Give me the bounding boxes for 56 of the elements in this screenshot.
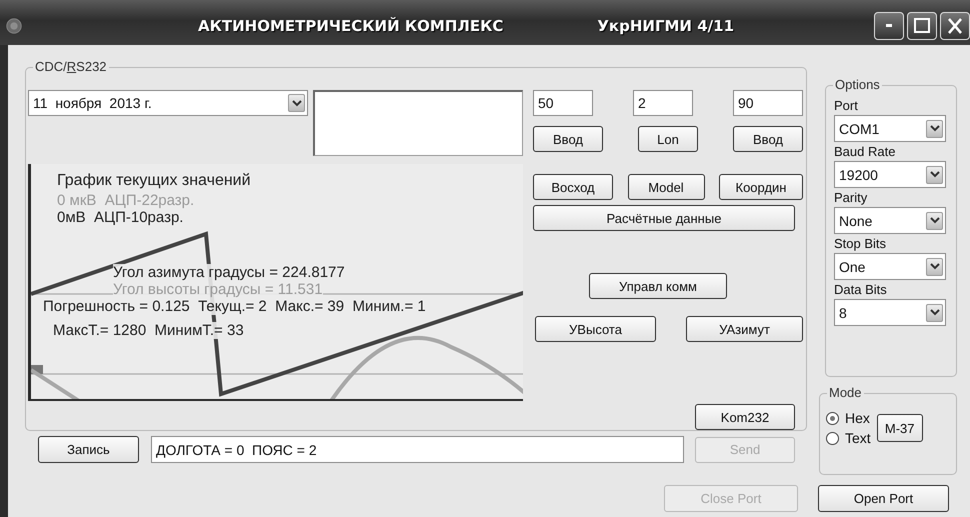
button[interactable]: Model	[628, 174, 704, 200]
button[interactable]: Open Port	[818, 485, 949, 512]
chevron-down-icon	[926, 212, 943, 230]
maximize-button[interactable]	[907, 12, 937, 40]
window-title: АКТИНОМЕТРИЧЕСКИЙ КОМПЛЕКС	[198, 16, 504, 34]
chevron-down-icon	[926, 120, 943, 138]
button[interactable]: Расчётные данные	[533, 205, 795, 231]
input-field[interactable]: ДОЛГОТА = 0 ПОЯС = 2	[151, 436, 684, 463]
button[interactable]: Kom232	[695, 404, 795, 430]
dropdown[interactable]: 8	[834, 299, 946, 326]
dropdown[interactable]: 19200	[834, 161, 946, 188]
graph-reading: МаксТ.= 1280 МинимТ.= 33	[53, 322, 244, 339]
button[interactable]: УАзимут	[686, 316, 803, 342]
dropdown[interactable]: One	[834, 253, 946, 280]
group-title: Mode	[827, 385, 864, 400]
button[interactable]: Lon	[638, 126, 698, 152]
chevron-down-icon	[926, 304, 943, 322]
field-label: Data Bits	[834, 282, 888, 297]
minimize-icon	[886, 24, 892, 27]
graph-title: График текущих значений	[57, 172, 251, 189]
field-label: Baud Rate	[834, 144, 896, 159]
graph-reading: 0мВ АЦП-10разр.	[57, 209, 184, 226]
dropdown[interactable]: None	[834, 207, 946, 234]
dropdown[interactable]: 11 ноября 2013 г.	[28, 90, 308, 116]
minimize-button[interactable]	[874, 12, 904, 40]
group-title: Options	[833, 77, 882, 92]
chevron-down-icon	[288, 94, 305, 112]
button[interactable]: M-37	[876, 414, 923, 442]
input-field[interactable]: 50	[533, 90, 593, 116]
close-button[interactable]	[940, 12, 970, 40]
button[interactable]: УВысота	[535, 316, 656, 342]
graph-reading: 0 мкВ АЦП-22разр.	[57, 192, 194, 209]
group-title: CDC/RS232	[33, 59, 109, 74]
close-icon	[945, 16, 965, 34]
input-field[interactable]: 90	[733, 90, 803, 116]
button[interactable]: Ввод	[733, 126, 803, 152]
dropdown[interactable]: COM1	[834, 115, 946, 142]
text-area[interactable]	[313, 90, 523, 156]
chevron-down-icon	[926, 166, 943, 184]
button[interactable]: Координ	[719, 174, 803, 200]
button[interactable]: Ввод	[533, 126, 603, 152]
window-subtitle: УкрНИГМИ 4/11	[597, 16, 734, 34]
maximize-icon	[912, 16, 932, 34]
chevron-down-icon	[926, 258, 943, 276]
button[interactable]: Запись	[38, 436, 139, 463]
button[interactable]: Восход	[533, 174, 613, 200]
field-label: Parity	[834, 190, 868, 205]
graph-reading: Погрешность = 0.125 Текущ.= 2 Макс.= 39 Миним.= 1	[43, 298, 426, 315]
graph-reading: Угол азимута градусы = 224.8177	[113, 264, 345, 281]
button[interactable]: Управл комм	[589, 273, 727, 299]
input-field[interactable]: 2	[633, 90, 693, 116]
radio-button[interactable]: Hex	[826, 410, 871, 426]
field-label: Stop Bits	[834, 236, 888, 251]
graph-reading: Угол высоты градусы = 11.531	[113, 281, 323, 298]
radio-button[interactable]: Text	[826, 430, 871, 446]
field-label: Port	[834, 98, 859, 113]
